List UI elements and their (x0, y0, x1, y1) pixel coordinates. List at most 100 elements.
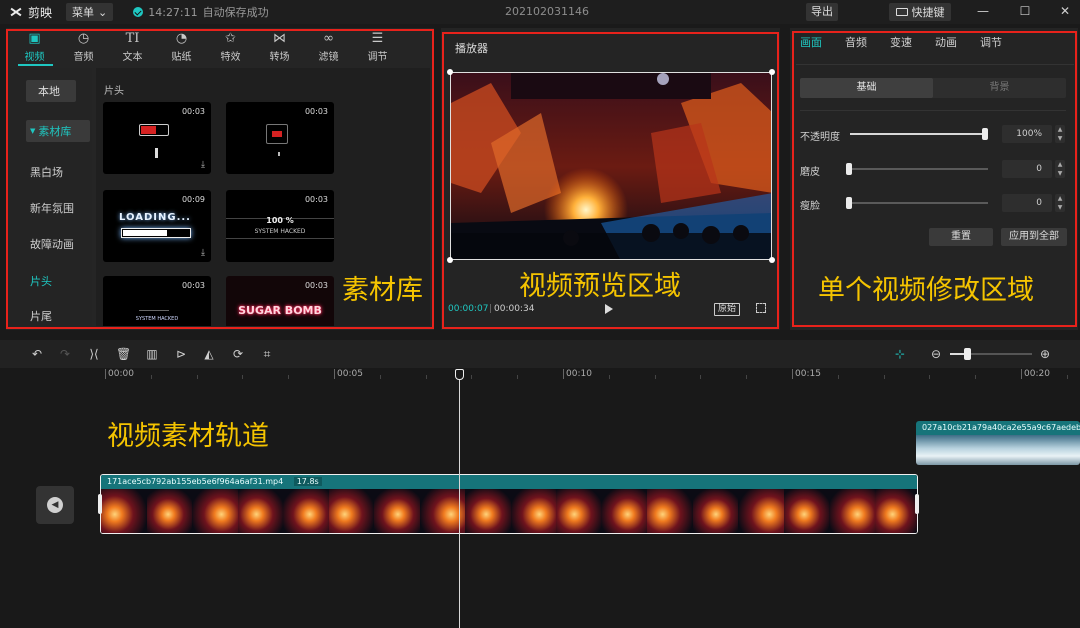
reset-button[interactable]: 重置 (929, 228, 993, 246)
crop-icon[interactable]: ⌗ (260, 347, 274, 361)
media-thumbnail[interactable]: SYSTEM HACKED 00:03 (103, 276, 211, 326)
tab-transition[interactable]: ⋈ 转场 (255, 30, 304, 66)
slim-face-slider[interactable] (850, 202, 988, 204)
export-button[interactable]: 导出 (806, 3, 838, 21)
fullscreen-icon[interactable] (756, 303, 766, 313)
slim-face-stepper[interactable]: ▲ ▼ (1055, 194, 1065, 212)
sidebar-item-glitch[interactable]: 故障动画 (10, 236, 92, 252)
clip-frame (783, 489, 829, 533)
overlay-video-clip[interactable]: 027a10cb21a79a40ca2e55a9c67aedeb.mp4 (916, 421, 1080, 465)
clip-frame (692, 489, 738, 533)
check-circle-icon (133, 7, 144, 17)
ruler-tick (1021, 369, 1022, 379)
delete-icon[interactable]: 🗑 (116, 347, 131, 361)
playhead-handle[interactable] (455, 369, 464, 380)
magnet-snap-icon[interactable]: ⊹ (893, 347, 907, 361)
clip-trim-handle-left[interactable] (98, 494, 102, 514)
tab-audio-prop[interactable]: 音频 (845, 34, 890, 50)
clip-frame (556, 489, 602, 533)
crop-handle[interactable] (769, 257, 775, 263)
ruler-minor-tick (929, 375, 931, 379)
annotation-properties: 单个视频修改区域 (818, 275, 1034, 306)
media-thumbnail[interactable]: 00:03 (226, 102, 334, 174)
media-thumbnail[interactable]: 00:03 ⤓ (103, 102, 211, 174)
tab-effects[interactable]: ✩ 特效 (206, 30, 255, 66)
tab-video[interactable]: ▣ 视频 (10, 30, 59, 66)
maximize-icon[interactable]: ☐ (1018, 4, 1032, 18)
slim-face-slider-knob[interactable] (846, 197, 852, 209)
smoothing-slider[interactable] (850, 168, 988, 170)
mirror-icon[interactable]: ◭ (202, 347, 216, 361)
download-icon[interactable]: ⤓ (201, 160, 205, 170)
thumb-title: 100 % (266, 216, 294, 225)
crop-handle[interactable] (447, 257, 453, 263)
smoothing-stepper[interactable]: ▲ ▼ (1055, 160, 1065, 178)
rotate-icon[interactable]: ⟳ (231, 347, 245, 361)
clip-duration: 17.8s (293, 477, 322, 486)
tab-text[interactable]: TI 文本 (108, 30, 157, 66)
sidebar-item-local[interactable]: 本地 (26, 80, 76, 102)
undo-icon[interactable]: ↶ (30, 347, 44, 361)
shortcut-button[interactable]: 快捷键 (889, 3, 951, 21)
opacity-stepper[interactable]: ▲ ▼ (1055, 125, 1065, 143)
video-preview[interactable] (450, 72, 772, 260)
app-logo: 剪映 (8, 4, 52, 21)
tab-label: 音频 (73, 52, 94, 63)
sidebar-item-intro[interactable]: 片头 (10, 273, 92, 289)
tab-speed[interactable]: 变速 (890, 34, 935, 50)
tab-sticker[interactable]: ◔ 贴纸 (157, 30, 206, 66)
clip-frame (916, 435, 962, 465)
opacity-input[interactable]: 100% (1002, 125, 1052, 143)
split-icon[interactable]: ⟩⟨ (87, 347, 101, 361)
thumb-subtitle: SYSTEM HACKED (135, 316, 179, 322)
tab-audio[interactable]: ◷ 音频 (59, 30, 108, 66)
sidebar-item-outro[interactable]: 片尾 (10, 308, 92, 324)
clip-trim-handle-right[interactable] (915, 494, 919, 514)
crop-handle[interactable] (769, 69, 775, 75)
clip-frame (510, 489, 556, 533)
tab-filter[interactable]: ∞ 滤镜 (304, 30, 353, 66)
media-thumbnail[interactable]: LOADING... 00:09 ⤓ (103, 190, 211, 262)
tab-picture[interactable]: 画面 (800, 34, 845, 50)
sidebar-item-black-white[interactable]: 黑白场 (10, 164, 92, 180)
battery-graphic (139, 124, 169, 136)
apply-all-button[interactable]: 应用到全部 (1001, 228, 1067, 246)
aspect-ratio-button[interactable]: 原始 (714, 303, 741, 316)
sidebar-item-library[interactable]: ▼ 素材库 (26, 120, 90, 142)
save-status-text: 自动保存成功 (202, 6, 269, 19)
ruler-tick (563, 369, 564, 379)
media-thumbnail[interactable]: 100 % SYSTEM HACKED 00:03 (226, 190, 334, 262)
thumb-title: LOADING... (119, 212, 191, 223)
smoothing-input[interactable]: 0 (1002, 160, 1052, 178)
close-icon[interactable]: ✕ (1058, 4, 1072, 18)
ruler-minor-tick (746, 375, 748, 379)
tab-adjust-prop[interactable]: 调节 (980, 34, 1025, 50)
opacity-slider-fill (850, 133, 986, 135)
play-icon[interactable] (605, 304, 613, 314)
sidebar-item-new-year[interactable]: 新年氛围 (10, 200, 92, 216)
total-time: 00:00:34 (494, 304, 535, 314)
crop-handle[interactable] (447, 69, 453, 75)
media-thumbnail[interactable]: SUGAR BOMB 00:03 (226, 276, 334, 326)
ruler-minor-tick (471, 375, 473, 379)
zoom-slider-knob[interactable] (964, 348, 971, 360)
redo-icon[interactable]: ↷ (58, 347, 72, 361)
tab-animation[interactable]: 动画 (935, 34, 980, 50)
tab-adjust[interactable]: ☰ 调节 (353, 30, 402, 66)
zoom-out-icon[interactable]: ⊖ (929, 347, 943, 361)
slim-face-input[interactable]: 0 (1002, 194, 1052, 212)
segment-basic[interactable]: 基础 (800, 78, 933, 98)
freeze-icon[interactable]: ▥ (145, 347, 159, 361)
zoom-in-icon[interactable]: ⊕ (1038, 347, 1052, 361)
main-video-clip[interactable]: 171ace5cb792ab155eb5e6f964a6af31.mp4 17.… (100, 474, 918, 534)
minimize-icon[interactable]: — (976, 4, 990, 18)
segment-background[interactable]: 背景 (933, 78, 1066, 98)
duration-label: 00:09 (181, 195, 205, 204)
smoothing-slider-knob[interactable] (846, 163, 852, 175)
menu-button[interactable]: 菜单 ⌄ (66, 3, 114, 21)
project-name[interactable]: 20210203114​6 (505, 5, 589, 18)
reverse-icon[interactable]: ⊳ (174, 347, 188, 361)
download-icon[interactable]: ⤓ (201, 248, 205, 258)
ruler-minor-tick (837, 375, 839, 379)
opacity-slider-knob[interactable] (982, 128, 988, 140)
